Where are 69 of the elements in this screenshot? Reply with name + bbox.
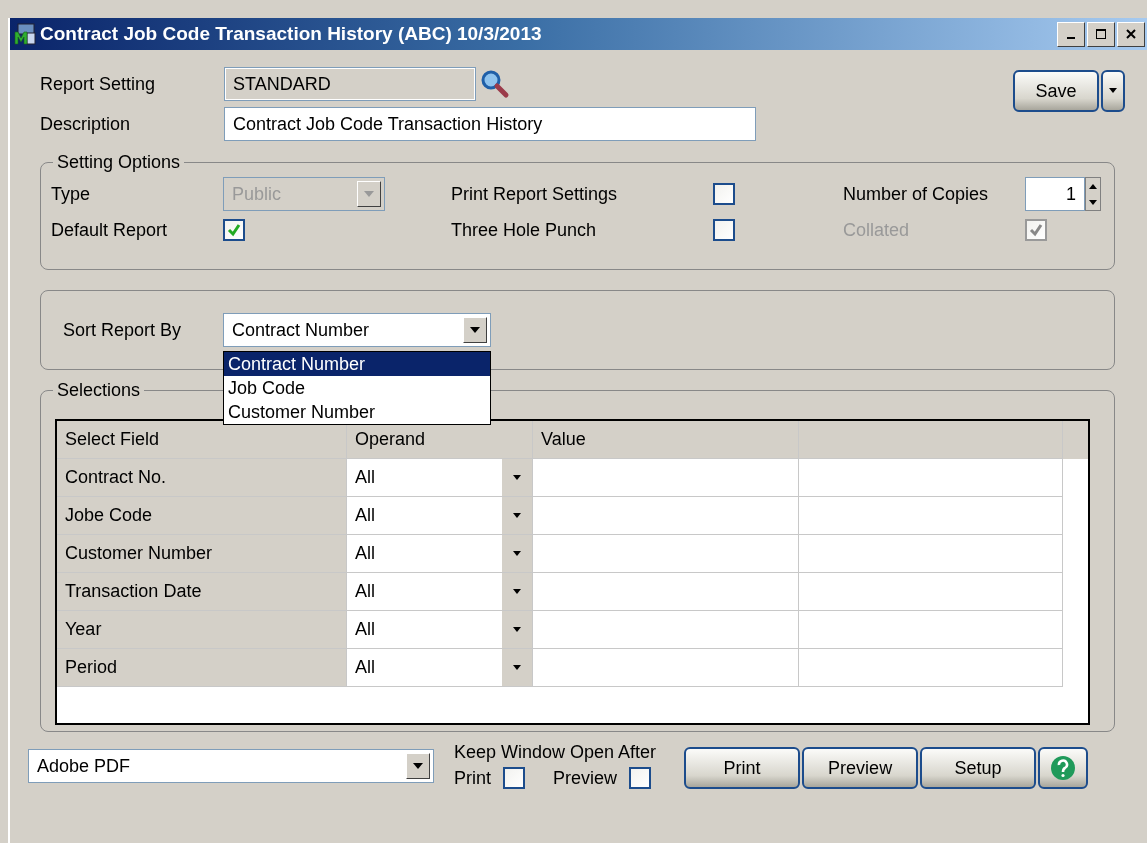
dropdown-option[interactable]: Job Code [224,376,490,400]
description-field[interactable]: Contract Job Code Transaction History [224,107,756,141]
app-icon [14,23,36,45]
caret-icon [512,512,522,519]
field-label: Type [51,183,91,205]
field-label: Print Report Settings [451,183,618,205]
dropdown-option[interactable]: Contract Number [224,352,490,376]
operand-dropdown[interactable]: All [347,497,533,535]
help-button[interactable] [1038,747,1089,789]
checkbox[interactable] [629,767,652,789]
report-setting-field[interactable]: STANDARD [224,67,476,101]
field-label: Default Report [51,219,168,241]
caret-icon [512,664,522,671]
check-icon [226,222,242,238]
maximize-button[interactable] [1087,21,1115,47]
operand-dropdown[interactable]: All [347,611,533,649]
close-button[interactable] [1117,21,1145,47]
search-icon[interactable] [480,69,510,99]
caret-icon [512,474,522,481]
keep-open-label: Keep Window Open After [454,742,657,763]
field-label: Collated [843,219,910,241]
save-menu-button[interactable] [1101,70,1125,112]
field-label: Report Setting [40,73,157,95]
minimize-button[interactable] [1057,21,1085,47]
save-button[interactable]: Save [1013,70,1099,112]
table-cell: Jobe Code [57,497,347,535]
column-header: Value [533,421,799,459]
table-cell: Contract No. [57,459,347,497]
spin-buttons[interactable] [1085,177,1101,211]
help-icon [1050,755,1077,781]
operand-dropdown[interactable]: All [347,459,533,497]
window-title: Contract Job Code Transaction History (ABC) 10/3/2013 [40,23,542,45]
operand-dropdown[interactable]: All [347,573,533,611]
caret-icon [512,550,522,557]
group-title: Setting Options [56,152,182,173]
caret-icon [1108,88,1118,94]
table-cell: Year [57,611,347,649]
field-label: Number of Copies [843,183,989,205]
caret-icon [363,190,375,198]
field-label: Description [40,113,132,135]
copies-field[interactable]: 1 [1025,177,1085,211]
table-cell: Customer Number [57,535,347,573]
checkbox[interactable] [713,183,735,205]
checkbox[interactable] [223,219,245,241]
field-label: Three Hole Punch [451,219,597,241]
field-label: Print [454,767,491,789]
close-icon [1125,28,1137,40]
dropdown-option[interactable]: Customer Number [224,400,490,424]
operand-dropdown[interactable]: All [347,535,533,573]
field-label: Sort Report By [63,319,183,341]
checkbox[interactable] [503,767,525,789]
caret-icon [512,588,522,595]
table-cell: Period [57,649,347,687]
operand-dropdown[interactable]: All [347,649,533,687]
sort-dropdown[interactable]: Contract Number [223,313,491,347]
checkbox[interactable] [713,219,735,241]
action-button[interactable]: Setup [920,747,1037,789]
group-title: Selections [56,380,142,401]
maximize-icon [1095,28,1107,40]
caret-icon [412,762,424,770]
field-label: Preview [553,767,618,789]
printer-dropdown[interactable]: Adobe PDF [28,749,434,783]
check-icon [1028,222,1044,238]
caret-icon [469,326,481,334]
action-button[interactable]: Print [684,747,801,789]
table-cell: Transaction Date [57,573,347,611]
minimize-icon [1067,37,1075,39]
action-button[interactable]: Preview [802,747,919,789]
caret-icon [512,626,522,633]
